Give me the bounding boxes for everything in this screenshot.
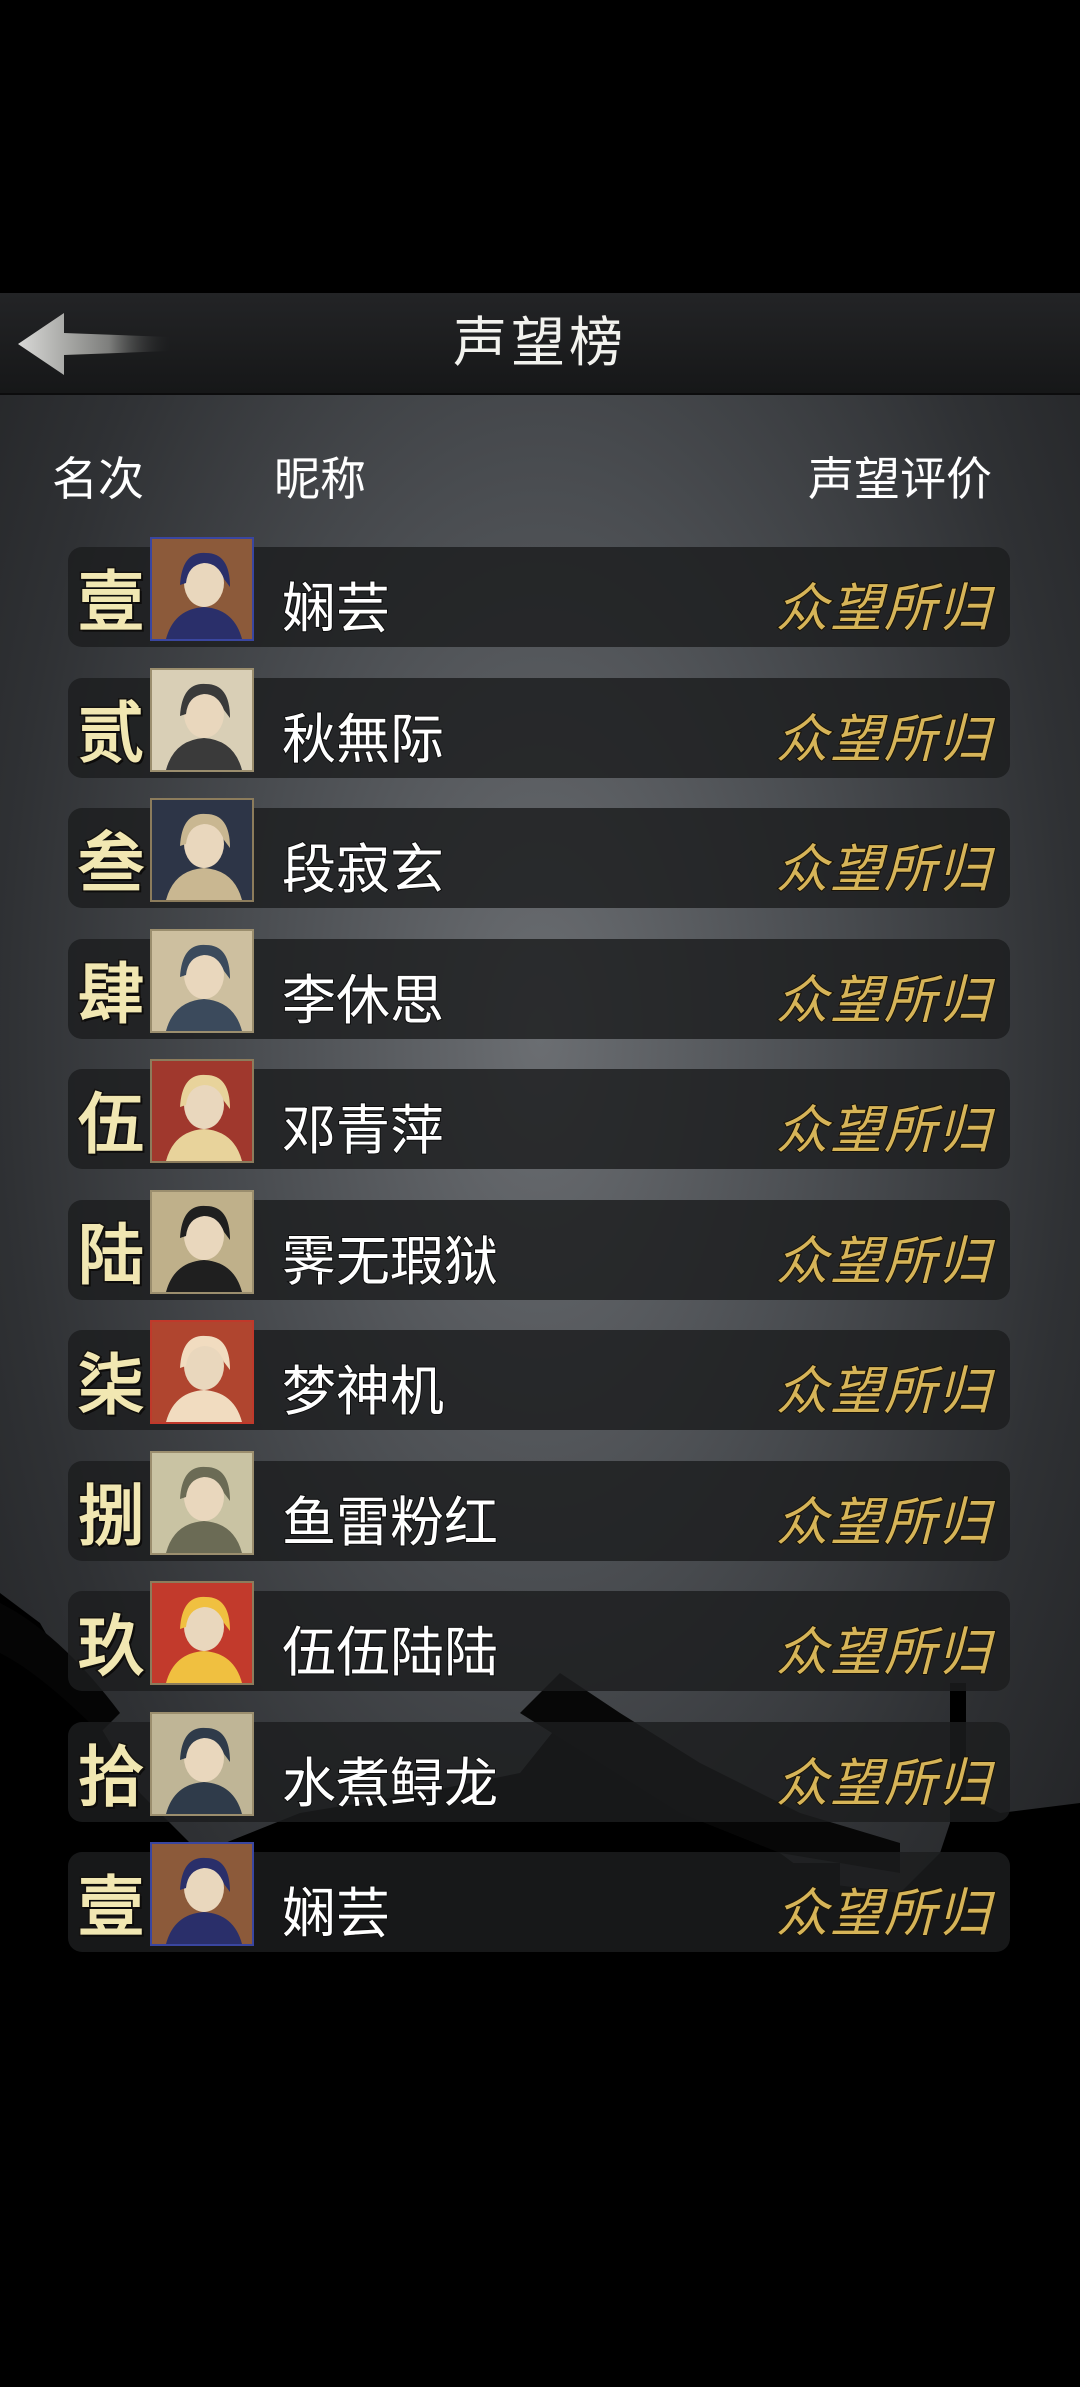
reputation-rating: 众望所归 — [775, 839, 992, 901]
leaderboard-screen: 声望榜 名次 昵称 声望评价 壹娴芸 众望所归贰秋無际 众望所归叁段寂玄 众望所归肆李… — [0, 293, 1080, 2061]
rank-numeral: 捌 — [77, 1475, 146, 1556]
ranking-row[interactable]: 柒 梦神机 众望所归 — [68, 1320, 1010, 1430]
rank-numeral: 拾 — [77, 1736, 146, 1817]
reputation-rating: 众望所归 — [775, 970, 992, 1032]
player-avatar[interactable] — [150, 1320, 254, 1424]
player-avatar[interactable] — [150, 1450, 254, 1555]
reputation-rating: 众望所归 — [775, 1231, 992, 1293]
player-nickname: 秋無际 — [281, 707, 445, 772]
column-header-reputation: 声望评价 — [808, 452, 992, 506]
player-nickname: 邓青萍 — [281, 1098, 445, 1163]
ranking-row[interactable]: 伍 邓青萍 众望所归 — [68, 1059, 1010, 1169]
player-avatar[interactable] — [150, 1189, 254, 1294]
player-avatar[interactable] — [150, 1842, 254, 1946]
player-avatar[interactable] — [150, 667, 254, 772]
column-header-rank: 名次 — [52, 452, 144, 506]
column-header-nickname: 昵称 — [274, 452, 366, 506]
ranking-row[interactable]: 玖 伍伍陆陆 众望所归 — [68, 1581, 1010, 1691]
rank-numeral: 叁 — [77, 823, 146, 904]
player-avatar[interactable] — [150, 1711, 254, 1816]
ranking-row[interactable]: 贰 秋無际 众望所归 — [68, 667, 1010, 778]
rank-numeral: 贰 — [77, 692, 146, 773]
reputation-rating: 众望所归 — [775, 578, 992, 640]
rank-numeral: 壹 — [77, 1867, 146, 1948]
rank-numeral: 伍 — [77, 1084, 146, 1165]
ranking-row[interactable]: 壹 娴芸 众望所归 — [68, 1842, 1010, 1952]
rank-numeral: 陆 — [77, 1214, 146, 1295]
player-nickname: 霁无瑕狱 — [281, 1229, 499, 1294]
reputation-rating: 众望所归 — [775, 1883, 992, 1945]
player-nickname: 鱼雷粉红 — [281, 1490, 499, 1555]
ranking-row[interactable]: 壹 娴芸 众望所归 — [68, 537, 1010, 647]
player-nickname: 娴芸 — [281, 576, 391, 641]
ranking-row[interactable]: 拾 水煮鲟龙 众望所归 — [68, 1711, 1010, 1822]
player-nickname: 段寂玄 — [281, 837, 445, 902]
player-nickname: 水煮鲟龙 — [281, 1751, 499, 1816]
player-avatar[interactable] — [150, 928, 254, 1033]
rank-numeral: 肆 — [77, 953, 146, 1034]
reputation-rating: 众望所归 — [775, 1753, 992, 1815]
reputation-rating: 众望所归 — [775, 1492, 992, 1554]
ranking-row[interactable]: 捌 鱼雷粉红 众望所归 — [68, 1450, 1010, 1561]
ranking-row[interactable]: 陆 霁无瑕狱 众望所归 — [68, 1189, 1010, 1300]
ranking-row[interactable]: 叁 段寂玄 众望所归 — [68, 798, 1010, 908]
rank-numeral: 玖 — [77, 1606, 146, 1687]
rank-numeral: 柒 — [77, 1345, 146, 1426]
player-nickname: 李休思 — [281, 968, 445, 1033]
player-avatar[interactable] — [150, 537, 254, 641]
reputation-rating: 众望所归 — [775, 709, 992, 771]
player-avatar[interactable] — [150, 798, 254, 902]
player-avatar[interactable] — [150, 1581, 254, 1685]
player-nickname: 娴芸 — [281, 1881, 391, 1946]
reputation-rating: 众望所归 — [775, 1100, 992, 1162]
reputation-rating: 众望所归 — [775, 1622, 992, 1684]
ranking-row[interactable]: 肆 李休思 众望所归 — [68, 928, 1010, 1039]
player-nickname: 梦神机 — [281, 1359, 445, 1424]
top-bar: 声望榜 — [0, 293, 1080, 395]
reputation-rating: 众望所归 — [775, 1361, 992, 1423]
player-nickname: 伍伍陆陆 — [281, 1620, 499, 1685]
player-avatar[interactable] — [150, 1059, 254, 1163]
rank-numeral: 壹 — [77, 562, 146, 643]
page-title: 声望榜 — [453, 311, 627, 374]
